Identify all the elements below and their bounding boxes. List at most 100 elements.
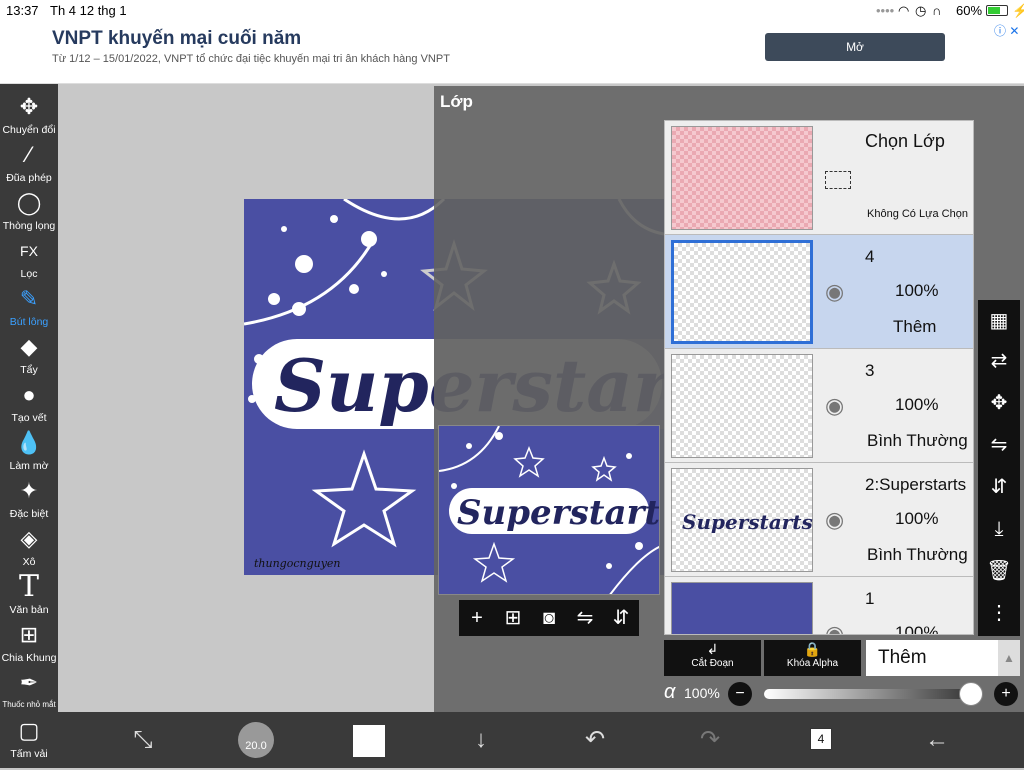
- blend-mode-select[interactable]: Thêm: [866, 640, 998, 676]
- layer-blend-mode: Bình Thường: [867, 431, 968, 450]
- layer-row[interactable]: Superstarts ◉ 2:Superstarts 100% Bình Th…: [665, 463, 973, 577]
- layer-row[interactable]: ◉ 4 100% Thêm: [665, 235, 973, 349]
- undo-icon[interactable]: ↶: [580, 722, 610, 758]
- brush-icon: ✎: [19, 286, 39, 311]
- add-layer-icon[interactable]: +: [464, 606, 490, 630]
- eye-icon[interactable]: ◉: [825, 507, 844, 533]
- back-arrow-icon[interactable]: ←: [922, 722, 952, 758]
- selection-marquee-icon: [825, 171, 851, 189]
- blend-mode-arrow-icon[interactable]: ▲: [998, 640, 1020, 676]
- arrow-down-icon[interactable]: ↓: [466, 722, 496, 758]
- opacity-increase-button[interactable]: +: [994, 682, 1018, 706]
- status-time: 13:37: [6, 3, 39, 18]
- move-icon: ✥: [19, 94, 39, 119]
- tool-label: Đặc biệt: [9, 508, 49, 520]
- layer-blend-mode: Bình Thường: [867, 545, 968, 564]
- tool-label: Xô: [22, 556, 36, 568]
- tool-label: Bút lông: [9, 316, 49, 328]
- layer-thumb: [671, 240, 813, 344]
- layer-opacity: 100%: [895, 281, 939, 300]
- canvas-icon: ▢: [18, 718, 40, 743]
- flip-layer-vertical-icon[interactable]: ⇵: [978, 472, 1020, 502]
- color-swatch[interactable]: [353, 725, 385, 757]
- layers-list: Chọn Lớp Không Có Lựa Chọn ◉ 4 100% Thêm…: [664, 120, 974, 635]
- alarm-icon: ◷: [915, 3, 927, 18]
- layer-name: 1: [865, 589, 875, 608]
- add-copy-layer-icon[interactable]: ⊞: [500, 606, 526, 630]
- ad-banner[interactable]: VNPT khuyến mại cuối năm Từ 1/12 – 15/01…: [0, 20, 1024, 84]
- tool-bucket[interactable]: ◈ Xô: [0, 524, 58, 572]
- layer-thumb-title: Superstarts: [682, 510, 813, 534]
- tool-label: Thuốc nhỏ mắt: [2, 700, 56, 709]
- eye-icon[interactable]: ◉: [825, 393, 844, 419]
- blur-icon: 💧: [15, 430, 43, 455]
- clipping-button[interactable]: ↲ Cắt Đoạn: [664, 640, 761, 676]
- battery-percent: 60%: [956, 3, 983, 18]
- tool-lasso[interactable]: ◯ Thòng lọng: [0, 188, 58, 236]
- opacity-decrease-button[interactable]: −: [728, 682, 752, 706]
- tool-smudge[interactable]: ● Tạo vết: [0, 380, 58, 428]
- tool-special[interactable]: ✦ Đặc biệt: [0, 476, 58, 524]
- opacity-slider-handle[interactable]: [959, 682, 983, 706]
- layers-button[interactable]: 4: [810, 728, 832, 750]
- merge-down-icon[interactable]: ⤓: [978, 514, 1020, 544]
- tool-frame-divider[interactable]: ⊞ Chia Khung: [0, 620, 58, 668]
- layer-row[interactable]: ◉ 1 100%: [665, 577, 973, 634]
- tool-eraser[interactable]: ◆ Tẩy: [0, 332, 58, 380]
- eye-icon[interactable]: ◉: [825, 279, 844, 305]
- tool-transform[interactable]: ✥ Chuyển đổi: [0, 92, 58, 140]
- camera-icon[interactable]: ◙: [536, 606, 562, 630]
- layer-name: 4: [865, 247, 875, 266]
- redo-icon[interactable]: ↷: [695, 722, 725, 758]
- lasso-icon: ◯: [16, 190, 42, 215]
- eraser-icon: ◆: [20, 334, 38, 359]
- status-bar: 13:37 Th 4 12 thg 1 •••• ◠ ◷ ∩ 60% ⚡: [0, 0, 1024, 20]
- flip-horizontal-icon[interactable]: ⇋: [572, 606, 598, 630]
- tool-label: Chuyển đổi: [2, 124, 56, 136]
- ad-title: VNPT khuyến mại cuối năm: [52, 28, 302, 49]
- alpha-lock-button[interactable]: 🔒 Khóa Alpha: [764, 640, 861, 676]
- layer-thumb: Superstarts: [671, 468, 813, 572]
- tool-label: Lọc: [20, 268, 38, 280]
- checkerboard-icon[interactable]: ▦: [978, 306, 1020, 336]
- fx-icon: FX: [20, 243, 38, 259]
- layer-thumb: [671, 354, 813, 458]
- opacity-control: α 100% − +: [664, 680, 1024, 708]
- flip-layer-horizontal-icon[interactable]: ⇋: [978, 430, 1020, 460]
- brush-size-button[interactable]: 20.0: [238, 722, 274, 758]
- trash-icon[interactable]: 🗑: [978, 556, 1020, 586]
- tool-brush[interactable]: ✎ Bút lông: [0, 284, 58, 332]
- more-options-icon[interactable]: ⋮: [978, 598, 1020, 628]
- wifi-icon: ◠: [898, 3, 910, 18]
- preview-title: Superstarts: [457, 493, 660, 533]
- transfer-layer-icon[interactable]: ⇄: [978, 346, 1020, 376]
- tool-label: Đũa phép: [6, 172, 52, 184]
- tool-label: Chia Khung: [1, 652, 57, 664]
- opacity-value: 100%: [684, 685, 720, 701]
- tool-blur[interactable]: 💧 Làm mờ: [0, 428, 58, 476]
- signal-dots-icon: ••••: [876, 3, 895, 18]
- transform-tools-icon[interactable]: ⤡: [128, 722, 158, 758]
- layer-side-toolbar: ▦ ⇄ ✥ ⇋ ⇵ ⤓ 🗑 ⋮: [978, 300, 1020, 636]
- layer-opacity: 100%: [895, 395, 939, 414]
- tool-filter[interactable]: FX Lọc: [0, 236, 58, 284]
- charging-icon: ⚡: [1012, 3, 1024, 18]
- alpha-lock-label: Khóa Alpha: [786, 658, 839, 669]
- flip-vertical-icon[interactable]: ⇵: [608, 606, 634, 630]
- opacity-slider-track[interactable]: [764, 689, 974, 699]
- selection-status: Không Có Lựa Chọn: [867, 208, 968, 220]
- ad-info-close-icon[interactable]: ⓘ ✕: [994, 22, 1022, 39]
- ad-open-button[interactable]: Mở: [765, 33, 945, 61]
- headphones-icon: ∩: [932, 3, 942, 18]
- layer-row[interactable]: ◉ 3 100% Bình Thường: [665, 349, 973, 463]
- tool-text[interactable]: T Văn bản: [0, 572, 58, 620]
- tool-magic-wand[interactable]: ⁄ Đũa phép: [0, 140, 58, 188]
- eye-icon[interactable]: ◉: [825, 621, 844, 634]
- lock-icon: 🔒: [803, 641, 822, 657]
- tool-canvas[interactable]: ▢ Tấm vải: [0, 716, 58, 764]
- selection-layer[interactable]: Chọn Lớp Không Có Lựa Chọn: [665, 121, 973, 235]
- move-layer-icon[interactable]: ✥: [978, 388, 1020, 418]
- tool-eyedropper[interactable]: ✒ Thuốc nhỏ mắt: [0, 668, 58, 716]
- layer-thumb: [671, 582, 813, 634]
- layer-thumb-graphic: Superstarts: [682, 510, 813, 534]
